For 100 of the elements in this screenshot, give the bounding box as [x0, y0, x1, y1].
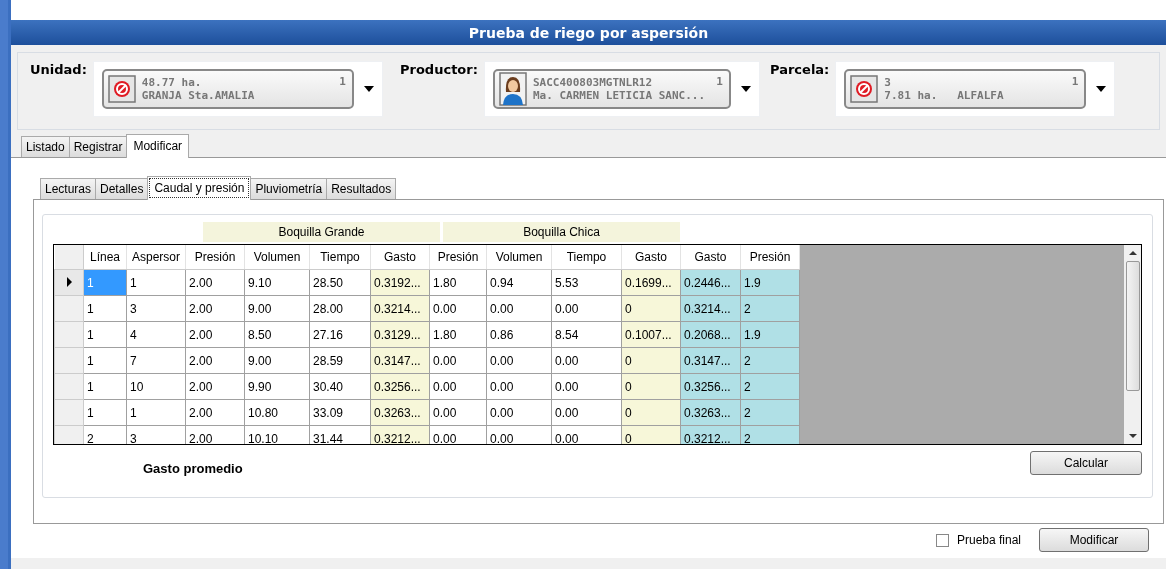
table-cell: 8.54: [551, 321, 622, 348]
checkbox-label[interactable]: Prueba final: [956, 533, 1021, 547]
dropdown-field[interactable]: 3 7.81 ha. ALFALFA 1: [835, 61, 1116, 117]
table-cell: 2.00: [185, 295, 245, 322]
table-cell: 0.00: [551, 347, 622, 374]
column-header: Tiempo: [551, 245, 622, 270]
table-cell: 0.00: [551, 295, 622, 322]
table-cell: 1: [126, 269, 186, 296]
section-title: Gasto promedio: [143, 461, 243, 476]
table-cell: 0.00: [429, 399, 487, 426]
person-avatar-icon: [498, 72, 527, 106]
table-cell: 0.00: [429, 295, 487, 322]
table-cell: 10.80: [244, 399, 310, 426]
table-cell: 1: [83, 347, 127, 374]
table-cell: 1.80: [429, 321, 487, 348]
column-header: Aspersor: [126, 245, 186, 270]
current-row-icon: [66, 276, 72, 287]
table-cell: 8.50: [244, 321, 310, 348]
table-cell: 9.00: [244, 295, 310, 322]
dropdown-caret-icon[interactable]: [740, 86, 751, 92]
prohibited-icon: [850, 75, 879, 103]
table-cell: 9.90: [244, 373, 310, 400]
column-header: Línea: [83, 245, 127, 270]
table-cell: 28.50: [309, 269, 371, 296]
table-cell: 4: [126, 321, 186, 348]
column-header: Presión: [429, 245, 487, 270]
column-header: Volumen: [486, 245, 552, 270]
column-header: Gasto: [370, 245, 430, 270]
table-cell: 1: [83, 295, 127, 322]
table-cell: 28.00: [309, 295, 371, 322]
field-label: Parcela:: [770, 62, 830, 77]
table-cell: 27.16: [309, 321, 371, 348]
row-header-cell: [54, 399, 84, 426]
checkbox[interactable]: [935, 533, 949, 547]
tab[interactable]: Caudal y presión: [147, 176, 252, 200]
dropdown-caret-icon[interactable]: [1096, 86, 1107, 92]
table-cell: 9.00: [244, 347, 310, 374]
item-text: 7.81 ha. ALFALFA: [884, 89, 1005, 102]
tab[interactable]: Modificar: [126, 134, 190, 158]
table-cell: 0.94: [486, 269, 552, 296]
table-cell: 0.00: [429, 373, 487, 400]
tab[interactable]: Detalles: [95, 178, 149, 199]
table-cell: 0.00: [551, 399, 622, 426]
column-group-header: Boquilla Chica: [443, 222, 680, 242]
dropdown-caret-icon[interactable]: [363, 86, 374, 92]
table-cell: 33.09: [309, 399, 371, 426]
table-cell: 3: [126, 295, 186, 322]
table-cell: 0.00: [429, 347, 487, 374]
table-cell: 2.00: [185, 373, 245, 400]
tab[interactable]: Listado: [21, 136, 70, 157]
column-group-header: Boquilla Grande: [203, 222, 440, 242]
table-cell: 0.86: [486, 321, 552, 348]
tab[interactable]: Lecturas: [40, 178, 97, 199]
table-cell: 1: [126, 399, 186, 426]
table-cell: 2.00: [185, 399, 245, 426]
item-count: 1: [716, 75, 723, 88]
table-cell: 28.59: [309, 347, 371, 374]
window-title: Prueba de riego por aspersión: [468, 24, 709, 41]
table-cell: 7: [126, 347, 186, 374]
row-header-cell: [54, 373, 84, 400]
table-cell: 2.00: [185, 269, 245, 296]
table-cell: 0.00: [486, 373, 552, 400]
table-cell: 1.80: [429, 269, 487, 296]
calculate-button[interactable]: Calcular: [1030, 451, 1142, 475]
dropdown-field[interactable]: 48.77 ha. GRANJA Sta.AMALIA 1: [92, 61, 383, 117]
item-text: 3: [884, 76, 892, 89]
column-header: Gasto: [680, 245, 741, 270]
tab[interactable]: Registrar: [68, 136, 128, 157]
prohibited-icon: [107, 75, 136, 103]
item-text: 48.77 ha.: [141, 76, 203, 89]
column-header: Presión: [185, 245, 245, 270]
table-cell: 1: [83, 373, 127, 400]
table-cell: 1: [83, 399, 127, 426]
item-count: 1: [339, 75, 346, 88]
column-header: Volumen: [244, 245, 310, 270]
scrollbar[interactable]: [1124, 245, 1141, 444]
table-cell: 5.53: [551, 269, 622, 296]
tab[interactable]: Pluviometría: [250, 178, 328, 199]
tab[interactable]: Resultados: [326, 178, 397, 199]
table-cell: 0.00: [551, 373, 622, 400]
modify-button[interactable]: Modificar: [1039, 528, 1149, 552]
table-cell: 1: [83, 321, 127, 348]
column-header: Gasto: [621, 245, 681, 270]
table-cell: 2.00: [185, 321, 245, 348]
table-cell: 0.00: [486, 295, 552, 322]
row-header-cell: [54, 321, 84, 348]
field-label: Unidad:: [30, 62, 87, 77]
item-text: Ma. CARMEN LETICIA SANC...: [532, 89, 707, 102]
table-cell: 30.40: [309, 373, 371, 400]
item-text: GRANJA Sta.AMALIA: [141, 89, 256, 102]
table-cell: 2.00: [185, 347, 245, 374]
row-header-cell: [54, 347, 84, 374]
table-cell: 10: [126, 373, 186, 400]
item-text: SACC400803MGTNLR12: [532, 76, 654, 89]
dropdown-field[interactable]: SACC400803MGTNLR12 Ma. CARMEN LETICIA SANC... 1: [483, 61, 760, 117]
table-cell: 0.00: [486, 399, 552, 426]
item-count: 1: [1071, 75, 1079, 88]
table-cell: 9.10: [244, 269, 310, 296]
field-label: Productor:: [400, 62, 478, 77]
column-header: Presión: [740, 245, 800, 270]
